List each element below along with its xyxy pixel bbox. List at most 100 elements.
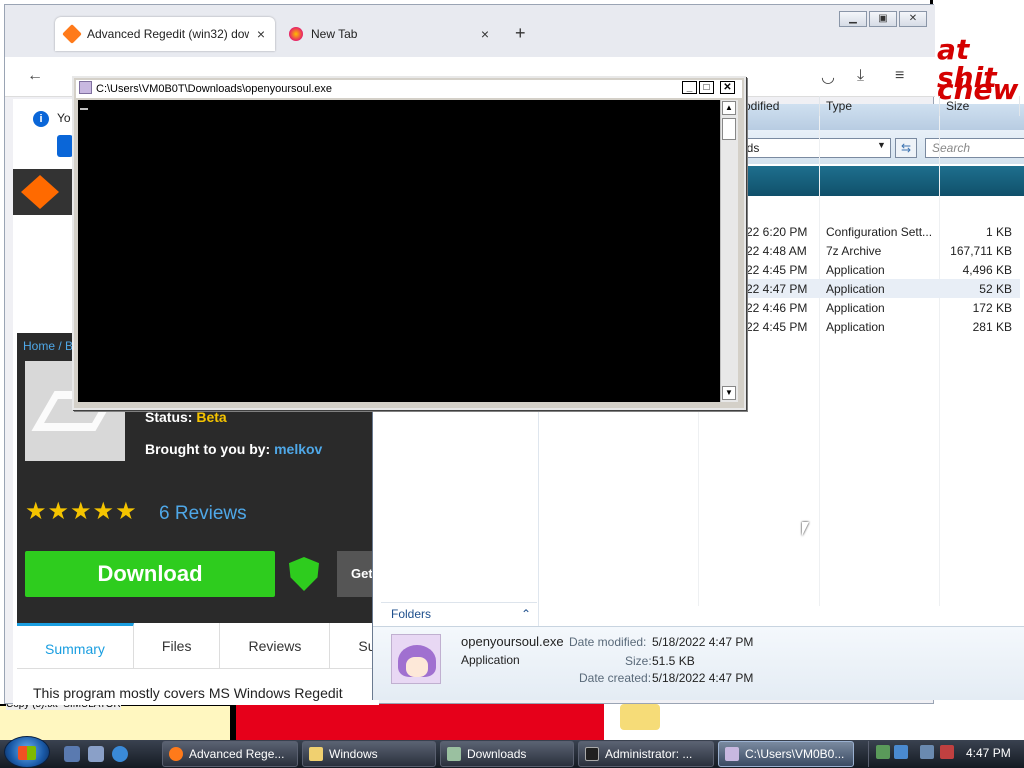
sourceforge-logo-icon[interactable] — [21, 175, 59, 209]
author-link[interactable]: melkov — [274, 441, 322, 457]
file-thumbnail — [391, 634, 441, 684]
minimize-button[interactable]: ▁ — [839, 11, 867, 27]
file-type: Configuration Sett... — [826, 225, 933, 239]
column-type[interactable]: Type — [822, 96, 940, 116]
file-size: 4,496 KB — [962, 263, 1012, 277]
internet-explorer-icon[interactable] — [112, 746, 128, 762]
show-desktop-icon[interactable] — [64, 746, 80, 762]
folders-toggle[interactable]: Folders ⌃ — [381, 602, 537, 626]
download-arrow-icon[interactable]: ⤓ — [857, 67, 864, 85]
download-button[interactable]: Download — [25, 551, 275, 597]
menu-icon[interactable]: ≡ — [895, 67, 904, 85]
chevron-down-icon[interactable]: ▼ — [877, 140, 886, 150]
file-size: 52 KB — [979, 282, 1012, 296]
text-cursor — [80, 108, 88, 110]
breadcrumb[interactable]: Home / B — [23, 339, 73, 353]
details-filetype: Application — [461, 653, 520, 667]
author-label: Brought to you by: — [145, 441, 271, 457]
console-scrollbar[interactable] — [720, 100, 738, 402]
file-modified: 22 4:48 AM — [746, 244, 807, 258]
file-type: 7z Archive — [826, 244, 882, 258]
details-size-value: 51.5 KB — [652, 654, 695, 668]
console-close-button[interactable]: ✕ — [720, 81, 735, 94]
console-minimize-button[interactable]: _ — [682, 81, 697, 94]
console-app-icon — [725, 747, 739, 761]
file-type: Application — [826, 263, 885, 277]
file-modified: 22 4:46 PM — [746, 301, 808, 315]
status-label: Status: — [145, 409, 193, 425]
monitor-icon[interactable] — [920, 745, 934, 759]
file-size: 281 KB — [972, 320, 1012, 334]
console-maximize-button[interactable]: □ — [699, 81, 714, 94]
project-status: Status: Beta — [145, 409, 227, 425]
details-size-label: Size: — [625, 654, 652, 668]
address-input[interactable]: ads — [729, 138, 891, 158]
taskbar-item-downloads[interactable]: Downloads — [440, 741, 574, 767]
project-tabs: Summary Files Reviews Sup — [17, 623, 379, 669]
tab-label: New Tab — [311, 27, 358, 41]
file-modified: 22 4:47 PM — [746, 282, 808, 296]
tab-advanced-regedit[interactable]: Advanced Regedit (win32) download × — [55, 17, 275, 51]
taskbar-item-browser[interactable]: Advanced Rege... — [162, 741, 298, 767]
close-tab-icon[interactable]: × — [481, 26, 489, 42]
tab-reviews[interactable]: Reviews — [220, 623, 331, 669]
console-titlebar[interactable]: C:\Users\VM0B0T\Downloads\openyoursoul.e… — [76, 80, 742, 98]
reviews-link[interactable]: 6 Reviews — [159, 503, 247, 525]
details-modified-value: 5/18/2022 4:47 PM — [652, 635, 754, 649]
desktop-folder-icon[interactable] — [620, 704, 660, 730]
taskbar-item-windows[interactable]: Windows — [302, 741, 436, 767]
details-filename: openyoursoul.exe — [461, 634, 564, 649]
file-size: 1 KB — [985, 225, 1012, 239]
taskbar-item-label: C:\Users\VM0B0... — [745, 747, 845, 761]
star-rating: ★★★★★ — [25, 498, 138, 525]
column-date-modified[interactable]: odified — [740, 96, 820, 116]
taskbar-item-console[interactable]: C:\Users\VM0B0... — [718, 741, 854, 767]
file-type: Application — [826, 301, 885, 315]
taskbar-item-label: Administrator: ... — [605, 747, 693, 761]
close-tab-icon[interactable]: × — [257, 26, 265, 42]
details-created-value: 5/18/2022 4:47 PM — [652, 671, 754, 685]
scrollbar-thumb[interactable] — [722, 118, 736, 140]
switch-windows-icon[interactable] — [88, 746, 104, 762]
taskbar-item-label: Downloads — [467, 747, 527, 761]
console-output[interactable] — [78, 100, 720, 402]
scroll-up-icon[interactable]: ▲ — [722, 101, 736, 115]
details-created-label: Date created: — [579, 671, 652, 685]
console-title: C:\Users\VM0B0T\Downloads\openyoursoul.e… — [96, 83, 333, 95]
folders-label: Folders — [391, 607, 432, 621]
project-description: This program mostly covers MS Windows Re… — [33, 685, 343, 701]
new-tab-button[interactable]: + — [515, 23, 526, 44]
wallpaper-red-block — [236, 704, 604, 740]
taskbar-item-administrator[interactable]: Administrator: ... — [578, 741, 714, 767]
console-window: C:\Users\VM0B0T\Downloads\openyoursoul.e… — [72, 76, 746, 410]
scroll-down-icon[interactable]: ▼ — [722, 386, 736, 400]
tab-summary[interactable]: Summary — [17, 623, 134, 669]
file-type: Application — [826, 320, 885, 334]
chevron-up-icon: ⌃ — [520, 607, 531, 621]
info-icon: i — [33, 111, 49, 127]
close-button[interactable]: ✕ — [899, 11, 927, 27]
start-button[interactable] — [4, 736, 50, 768]
file-modified: 22 4:45 PM — [746, 320, 808, 334]
command-prompt-icon — [585, 747, 599, 761]
folder-icon — [447, 747, 461, 761]
project-author: Brought to you by: melkov — [145, 441, 322, 457]
network-share-icon[interactable] — [876, 745, 890, 759]
volume-muted-icon[interactable] — [940, 745, 954, 759]
folder-icon — [309, 747, 323, 761]
taskbar-clock[interactable]: 4:47 PM — [966, 746, 1011, 760]
pocket-icon[interactable]: ◡ — [821, 67, 835, 87]
sourceforge-favicon-icon — [62, 24, 82, 44]
back-arrow-icon[interactable]: ← — [27, 67, 43, 85]
refresh-icon[interactable]: ⇆ — [895, 138, 917, 158]
console-app-icon[interactable] — [79, 81, 92, 94]
maximize-button[interactable]: ▣ — [869, 11, 897, 27]
firefox-icon — [289, 27, 303, 41]
notification-button[interactable] — [57, 135, 73, 157]
network-icon[interactable] — [894, 745, 908, 759]
column-divider — [819, 116, 820, 606]
wallpaper-white-block — [604, 704, 1024, 740]
tab-files[interactable]: Files — [134, 623, 221, 669]
tab-new-tab[interactable]: New Tab × — [279, 17, 499, 51]
column-size[interactable]: Size — [942, 96, 1020, 116]
